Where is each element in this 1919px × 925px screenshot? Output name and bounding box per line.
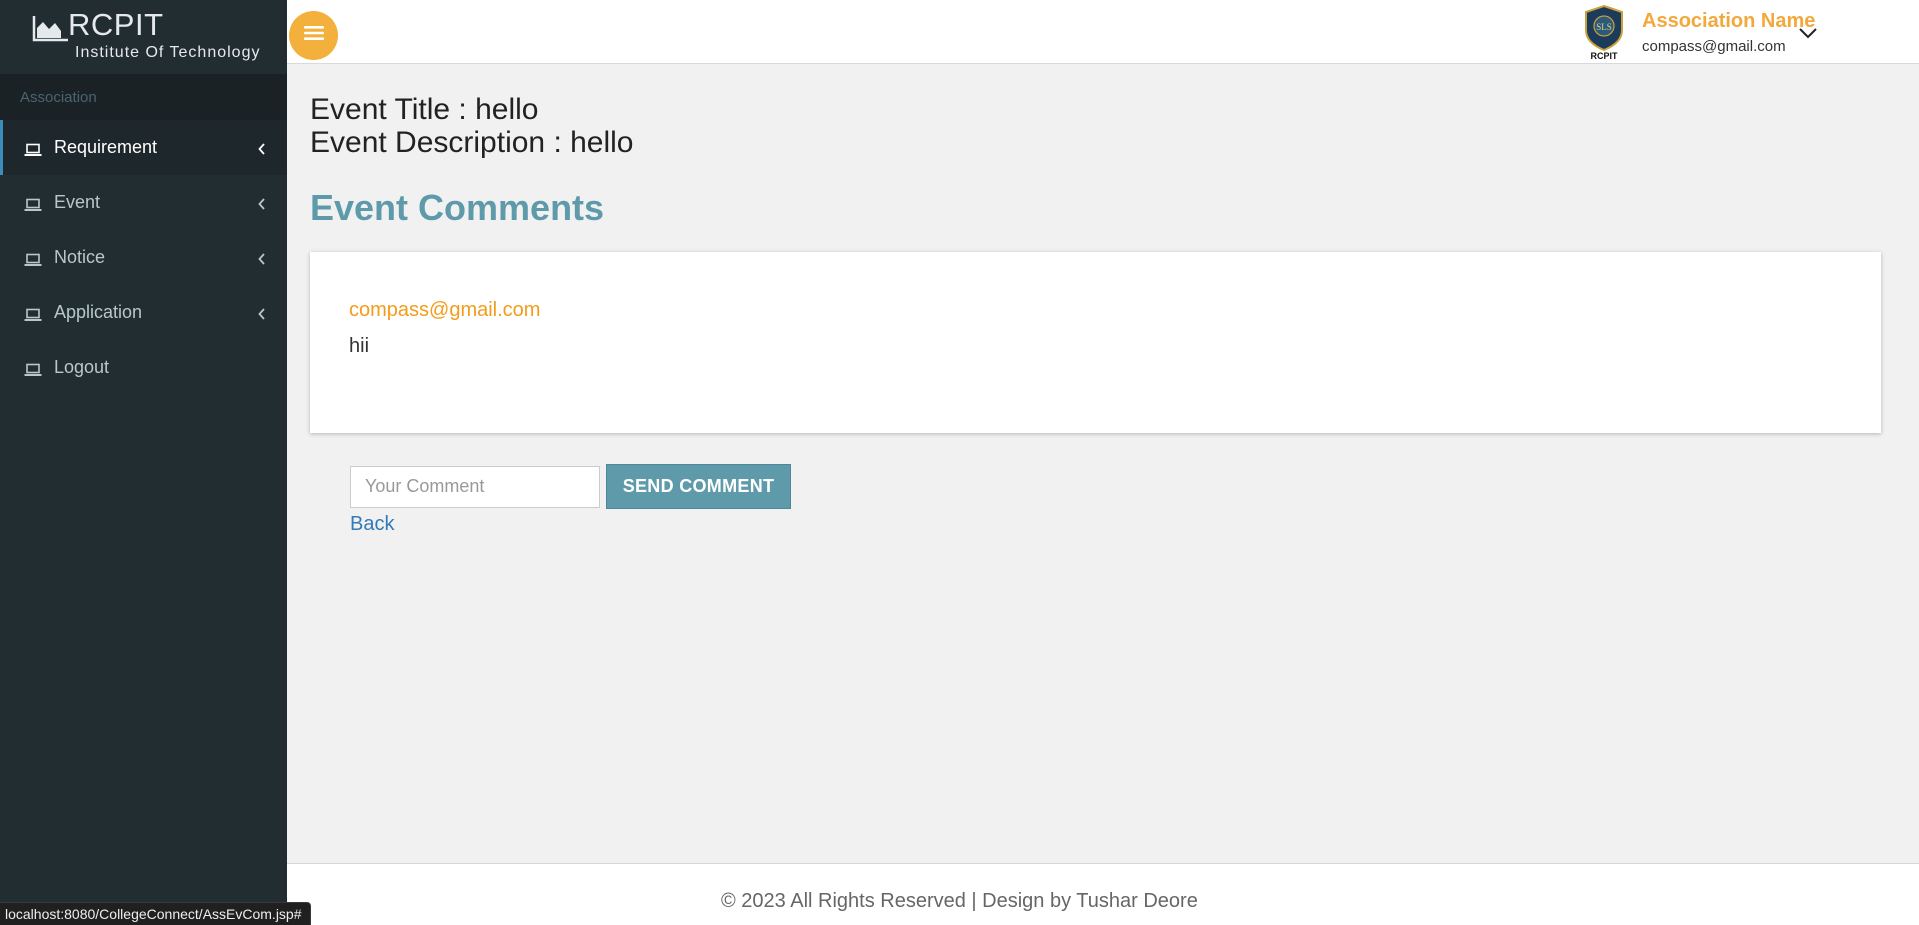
footer: © 2023 All Rights Reserved | Design by T… [287,863,1919,925]
sidebar-item-application[interactable]: Application [0,285,287,340]
svg-text:RCPIT: RCPIT [1591,51,1619,61]
sidebar-item-notice[interactable]: Notice [0,230,287,285]
laptop-icon [24,141,42,156]
chevron-down-icon[interactable] [1798,26,1818,40]
back-link[interactable]: Back [350,513,1880,536]
comment-text: hii [349,335,370,357]
comments-heading: Event Comments [310,187,605,228]
laptop-icon [24,306,42,321]
college-logo: SLS RCPIT [1580,4,1628,62]
comments-panel: compass@gmail.com hii [310,252,1881,433]
brand-subtitle: Institute Of Technology [75,44,261,61]
sidebar-item-event[interactable]: Event [0,175,287,230]
hamburger-icon [303,25,324,46]
brand-name: RCPIT [68,7,164,42]
laptop-icon [24,361,42,376]
sidebar-item-label: Event [54,192,101,212]
top-header: SLS RCPIT Association Name compass@gmail… [287,0,1919,64]
user-menu[interactable]: SLS RCPIT Association Name compass@gmail… [1580,0,1900,64]
svg-text:SLS: SLS [1596,22,1612,32]
comment-form: SEND COMMENT [310,464,1880,509]
comment-input[interactable] [350,465,600,508]
sidebar-section-label: Association [0,74,287,120]
sidebar: RCPIT Institute Of Technology Associatio… [0,0,287,925]
event-title: Event Title : hello [310,93,539,126]
user-email: compass@gmail.com [1642,38,1786,55]
laptop-icon [24,251,42,266]
event-description: Event Description : hello [310,126,634,159]
menu-toggle-button[interactable] [289,11,338,60]
sidebar-item-label: Logout [54,357,110,377]
brand[interactable]: RCPIT Institute Of Technology [0,0,287,74]
sidebar-item-label: Notice [54,247,106,267]
send-comment-button[interactable]: SEND COMMENT [606,464,791,509]
chevron-left-icon [257,305,267,320]
chevron-left-icon [257,195,267,210]
browser-status-url: localhost:8080/CollegeConnect/AssEvCom.j… [0,902,311,925]
sidebar-item-requirement[interactable]: Requirement [0,120,287,175]
sidebar-item-logout[interactable]: Logout [0,340,287,395]
sidebar-item-label: Application [54,302,143,322]
main-content: Event Title : hello Event Description : … [310,64,1881,536]
laptop-icon [24,196,42,211]
chevron-left-icon [257,250,267,265]
comment-author: compass@gmail.com [349,299,541,321]
sidebar-item-label: Requirement [54,137,158,157]
comment-item: compass@gmail.com hii [349,298,1881,358]
chevron-left-icon [257,140,267,155]
chart-logo-icon [32,14,68,42]
footer-text: © 2023 All Rights Reserved | Design by T… [721,890,1198,912]
user-name: Association Name [1642,10,1816,32]
